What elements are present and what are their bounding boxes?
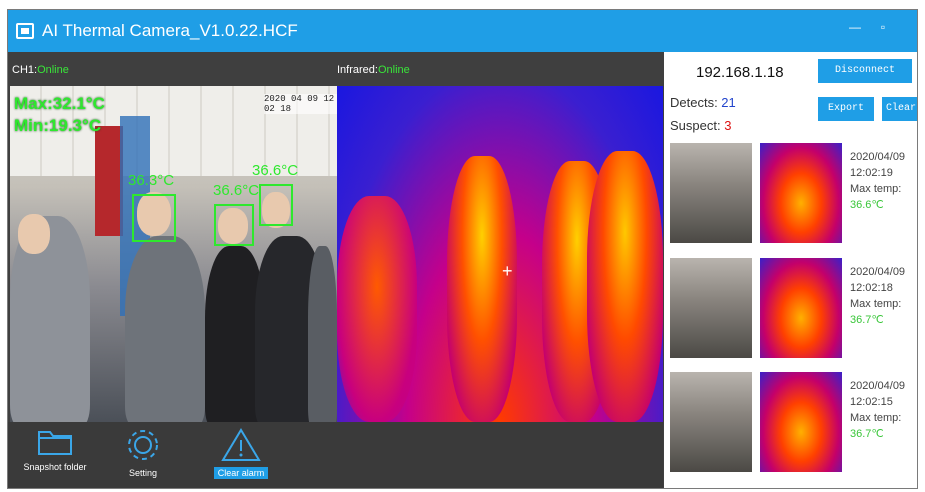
camera-timestamp: 2020 04 09 12 02 18 xyxy=(264,94,337,114)
detection-record[interactable]: 2020/04/09 12:02:15 Max temp: 36.7℃ xyxy=(670,372,917,472)
person-figure xyxy=(125,236,205,422)
suspect-label: Suspect: xyxy=(670,118,725,133)
infrared-online: Online xyxy=(377,64,410,76)
record-time: 12:02:18 xyxy=(850,282,893,294)
heat-signature xyxy=(587,151,663,422)
record-time: 12:02:19 xyxy=(850,167,893,179)
channel-1-online: Online xyxy=(37,64,69,76)
detects-count: Detects: 21 xyxy=(670,95,736,110)
person-face xyxy=(18,214,50,254)
record-details: 2020/04/09 12:02:18 Max temp: 36.7℃ xyxy=(850,264,905,328)
app-icon xyxy=(16,23,34,39)
suspect-value: 3 xyxy=(724,118,732,133)
detects-value: 21 xyxy=(721,95,736,110)
record-temperature: 36.7℃ xyxy=(850,314,884,326)
record-temperature: 36.7℃ xyxy=(850,428,884,440)
folder-icon xyxy=(38,431,72,455)
record-photo xyxy=(670,143,752,243)
min-temperature: Min:19.3°C xyxy=(14,116,102,135)
detection-record[interactable]: 2020/04/09 12:02:19 Max temp: 36.6℃ xyxy=(670,143,917,243)
detection-temperature: 36.6°C xyxy=(213,182,260,199)
export-button[interactable]: Export xyxy=(818,97,874,121)
person-figure xyxy=(308,246,337,422)
title-bar: AI Thermal Camera_V1.0.22.HCF — ▫ xyxy=(8,10,917,52)
detects-label: Detects: xyxy=(670,95,722,110)
clear-alarm-label: Clear alarm xyxy=(213,467,269,479)
setting-button[interactable]: Setting xyxy=(118,428,168,478)
face-detection-box xyxy=(214,204,254,246)
visible-camera-view[interactable]: Max:32.1°C Min:19.3°C 2020 04 09 12 02 1… xyxy=(10,86,337,422)
bottom-toolbar: Snapshot folder Setting Clear alarm xyxy=(8,422,663,488)
heat-signature xyxy=(337,196,417,422)
record-temp-label: Max temp: xyxy=(850,412,902,424)
setting-label: Setting xyxy=(128,468,158,478)
detection-sidebar: 192.168.1.18 Disconnect Export Clear Det… xyxy=(664,52,917,488)
snapshot-folder-button[interactable]: Snapshot folder xyxy=(20,428,90,472)
record-time: 12:02:15 xyxy=(850,396,893,408)
record-photo xyxy=(670,372,752,472)
record-details: 2020/04/09 12:02:19 Max temp: 36.6℃ xyxy=(850,149,905,213)
record-temperature: 36.6℃ xyxy=(850,199,884,211)
max-temperature: Max:32.1°C xyxy=(14,94,105,113)
heat-signature xyxy=(447,156,517,422)
maximize-button[interactable]: ▫ xyxy=(872,18,894,36)
record-thermal-image xyxy=(760,372,842,472)
warning-icon xyxy=(221,428,261,461)
gear-icon xyxy=(128,430,158,460)
record-temp-label: Max temp: xyxy=(850,298,902,310)
record-date: 2020/04/09 xyxy=(850,151,906,163)
clear-button[interactable]: Clear xyxy=(882,97,917,121)
minimize-button[interactable]: — xyxy=(844,18,866,36)
record-date: 2020/04/09 xyxy=(850,380,906,392)
record-details: 2020/04/09 12:02:15 Max temp: 36.7℃ xyxy=(850,378,905,442)
record-date: 2020/04/09 xyxy=(850,266,906,278)
snapshot-folder-label: Snapshot folder xyxy=(23,462,87,472)
app-window: AI Thermal Camera_V1.0.22.HCF — ▫ CH1:On… xyxy=(7,9,918,489)
clear-alarm-button[interactable]: Clear alarm xyxy=(211,428,271,479)
camera-scene-door xyxy=(95,126,123,236)
suspect-count: Suspect: 3 xyxy=(670,118,731,133)
record-temp-label: Max temp: xyxy=(850,183,902,195)
record-thermal-image xyxy=(760,143,842,243)
infrared-camera-view[interactable]: + xyxy=(337,86,663,422)
face-detection-box xyxy=(259,184,293,226)
crosshair-icon: + xyxy=(502,261,513,281)
infrared-label: Infrared: xyxy=(337,64,378,76)
channel-1-label: CH1: xyxy=(12,64,38,76)
device-ip: 192.168.1.18 xyxy=(696,64,784,81)
face-detection-box xyxy=(132,194,176,242)
detection-temperature: 36.3°C xyxy=(128,172,175,189)
disconnect-button[interactable]: Disconnect xyxy=(818,59,912,83)
detection-temperature: 36.6°C xyxy=(252,162,299,179)
record-thermal-image xyxy=(760,258,842,358)
channel-1-status: CH1:Online xyxy=(12,64,69,76)
window-title: AI Thermal Camera_V1.0.22.HCF xyxy=(42,21,298,40)
detection-record[interactable]: 2020/04/09 12:02:18 Max temp: 36.7℃ xyxy=(670,258,917,358)
infrared-status: Infrared:Online xyxy=(337,64,410,76)
record-photo xyxy=(670,258,752,358)
